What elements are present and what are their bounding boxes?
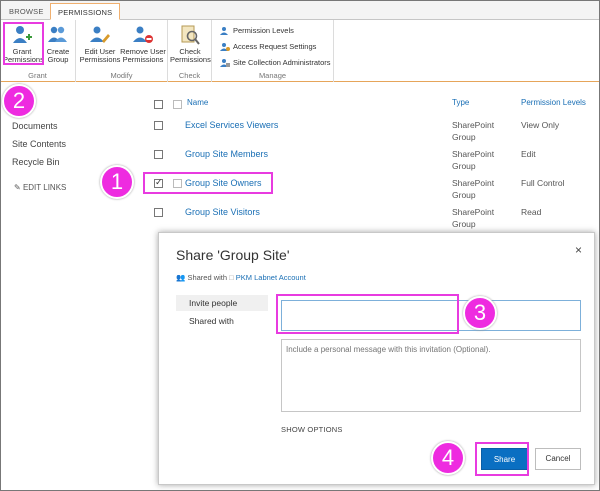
edit-user-permissions-label: Edit User Permissions	[79, 47, 121, 64]
group-name-link[interactable]: Excel Services Viewers	[185, 120, 278, 130]
shared-with-summary: 👥 Shared with □ PKM Labnet Account	[176, 273, 306, 282]
tab-browse[interactable]: BROWSE	[2, 3, 51, 20]
access-request-settings-button[interactable]: Access Request Settings	[220, 40, 316, 53]
edit-user-permissions-icon	[90, 26, 110, 43]
pencil-icon: ✎	[14, 183, 21, 192]
row-checkbox[interactable]	[154, 121, 163, 130]
ribbon-group-check: Check Permissions Check	[168, 20, 212, 82]
shared-with-label: Shared with	[187, 273, 228, 282]
create-group-icon	[48, 26, 67, 42]
group-site-owners-highlight	[143, 172, 273, 194]
check-permissions-icon	[181, 25, 200, 45]
group-type-line1: SharePoint	[452, 207, 495, 217]
permission-level: Read	[521, 207, 542, 217]
nav-documents[interactable]: Documents	[12, 121, 58, 131]
callout-badge-4: 4	[431, 441, 465, 475]
ribbon-tab-bar: BROWSE PERMISSIONS	[0, 0, 600, 20]
select-all-checkbox-secondary[interactable]	[173, 100, 182, 109]
show-options-link[interactable]: SHOW OPTIONS	[281, 425, 343, 434]
invite-input-highlight	[276, 294, 459, 334]
nav-recycle-bin[interactable]: Recycle Bin	[12, 157, 60, 167]
column-header-permission-levels[interactable]: Permission Levels	[521, 98, 586, 107]
site-collection-administrators-label: Site Collection Administrators	[233, 58, 331, 67]
dialog-nav-invite-people[interactable]: Invite people	[176, 295, 268, 311]
callout-badge-2: 2	[2, 84, 36, 118]
permission-level: Full Control	[521, 178, 565, 188]
shared-with-account-link[interactable]: PKM Labnet Account	[236, 273, 306, 282]
column-header-type[interactable]: Type	[452, 98, 469, 107]
select-all-checkbox[interactable]	[154, 100, 163, 109]
permission-level: Edit	[521, 149, 536, 159]
share-button-highlight	[475, 442, 529, 476]
edit-user-permissions-button[interactable]: Edit User Permissions	[78, 24, 122, 64]
nav-site-contents[interactable]: Site Contents	[12, 139, 66, 149]
edit-links-button[interactable]: ✎ EDIT LINKS	[14, 183, 66, 192]
site-collection-administrators-icon	[220, 59, 230, 68]
access-request-settings-label: Access Request Settings	[233, 42, 317, 51]
group-type: SharePoint Group	[452, 177, 494, 201]
remove-user-permissions-button[interactable]: Remove User Permissions	[120, 24, 166, 64]
remove-user-permissions-icon	[133, 26, 153, 43]
group-type-line2: Group	[452, 219, 476, 229]
ribbon: Grant Permissions Create Group Grant Edi…	[0, 20, 600, 82]
group-type-line2: Group	[452, 132, 476, 142]
ribbon-group-check-label: Check	[178, 71, 201, 80]
grant-permissions-highlight	[3, 22, 44, 65]
ribbon-group-manage-label: Manage	[258, 71, 287, 80]
cancel-button[interactable]: Cancel	[535, 448, 581, 470]
group-type-line1: SharePoint	[452, 149, 495, 159]
ribbon-group-grant-label: Grant	[28, 71, 47, 80]
ribbon-group-modify: Edit User Permissions Remove User Permis…	[76, 20, 168, 82]
group-type: SharePoint Group	[452, 206, 494, 230]
callout-badge-1: 1	[100, 165, 134, 199]
permission-levels-button[interactable]: Permission Levels	[220, 24, 294, 37]
callout-badge-3: 3	[463, 296, 497, 330]
group-type: SharePoint Group	[452, 119, 494, 143]
row-checkbox[interactable]	[154, 150, 163, 159]
site-collection-administrators-button[interactable]: Site Collection Administrators	[220, 56, 331, 69]
permission-levels-label: Permission Levels	[233, 26, 294, 35]
remove-user-permissions-label: Remove User Permissions	[120, 47, 166, 64]
group-type-line2: Group	[452, 161, 476, 171]
ribbon-group-modify-label: Modify	[110, 71, 133, 80]
row-checkbox[interactable]	[154, 208, 163, 217]
personal-message-textarea[interactable]	[281, 339, 581, 412]
group-type-line1: SharePoint	[452, 178, 495, 188]
check-permissions-button[interactable]: Check Permissions	[170, 24, 211, 64]
group-type-line2: Group	[452, 190, 476, 200]
create-group-label: Create Group	[46, 47, 70, 64]
dialog-title: Share 'Group Site'	[176, 247, 290, 263]
check-permissions-label: Check Permissions	[170, 47, 211, 64]
people-icon: 👥	[176, 273, 186, 282]
access-request-settings-icon	[220, 43, 230, 52]
dialog-nav-shared-with[interactable]: Shared with	[176, 313, 268, 329]
share-dialog: Share 'Group Site' × 👥 Shared with □ PKM…	[158, 232, 595, 485]
group-name-link[interactable]: Group Site Members	[185, 149, 268, 159]
permission-levels-icon	[220, 27, 228, 36]
group-type-line1: SharePoint	[452, 120, 495, 130]
group-name-link[interactable]: Group Site Visitors	[185, 207, 260, 217]
tab-permissions[interactable]: PERMISSIONS	[50, 3, 121, 20]
group-type: SharePoint Group	[452, 148, 494, 172]
account-square-icon: □	[229, 273, 234, 282]
permission-level: View Only	[521, 120, 560, 130]
create-group-button[interactable]: Create Group	[42, 24, 74, 64]
edit-links-label: EDIT LINKS	[22, 183, 67, 192]
column-header-name[interactable]: Name	[187, 98, 208, 107]
close-icon[interactable]: ×	[575, 243, 582, 257]
